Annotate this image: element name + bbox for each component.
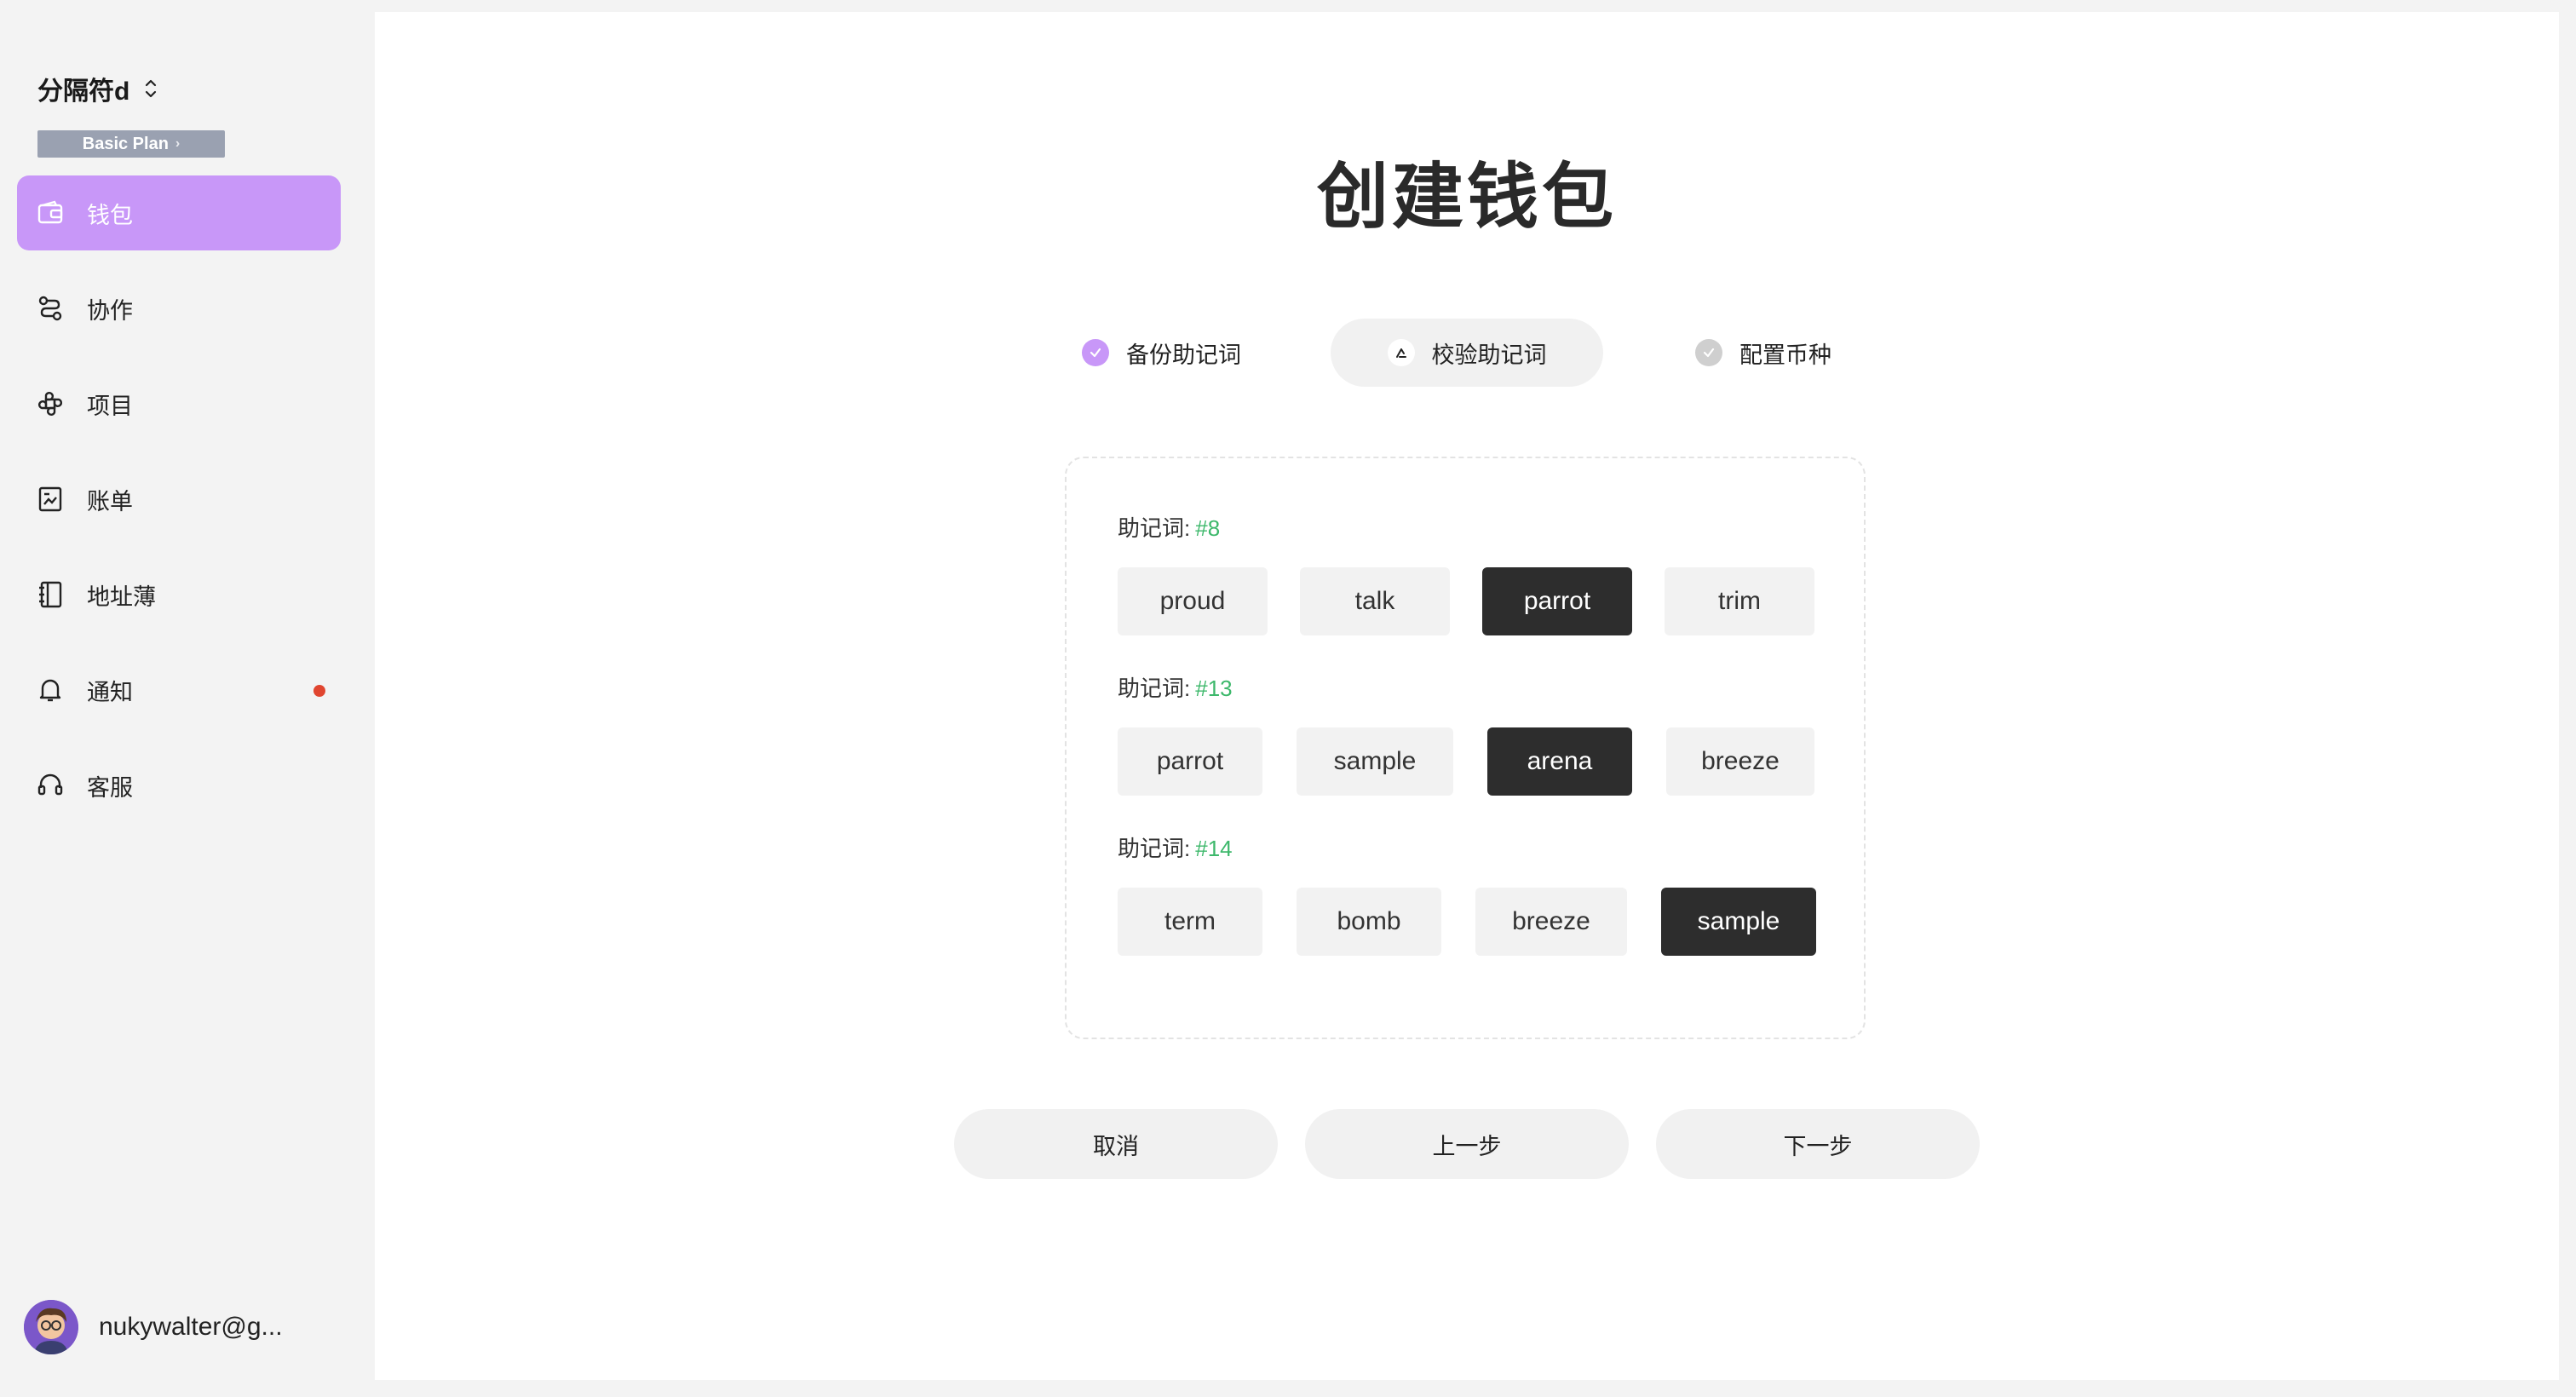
- check-circle-icon: [1695, 339, 1722, 366]
- word-option[interactable]: breeze: [1666, 727, 1814, 796]
- mnemonic-index: #14: [1195, 836, 1233, 861]
- page-title: 创建钱包: [1316, 157, 1617, 237]
- mnemonic-group-label: 助记词: #14: [1118, 831, 1233, 863]
- step-label: 配置币种: [1739, 342, 1831, 368]
- word-option[interactable]: bomb: [1297, 888, 1441, 956]
- step-label: 备份助记词: [1126, 342, 1241, 368]
- word-option[interactable]: talk: [1300, 567, 1450, 635]
- word-option[interactable]: proud: [1118, 567, 1268, 635]
- avatar: [24, 1300, 78, 1354]
- sidebar: 分隔符d Basic Plan › 钱包 协作 项目 账单 地址薄 通知 客服 …: [0, 0, 375, 1397]
- sidebar-item-label: 账单: [87, 488, 133, 515]
- mnemonic-group-label: 助记词: #13: [1118, 671, 1233, 703]
- word-option[interactable]: trim: [1665, 567, 1814, 635]
- sidebar-item-bill[interactable]: 账单: [17, 462, 341, 537]
- pencil-icon: [1387, 339, 1415, 366]
- step-configure-currency[interactable]: 配置币种: [1695, 319, 1831, 387]
- sidebar-item-label: 客服: [87, 774, 133, 801]
- sidebar-item-notification[interactable]: 通知: [17, 653, 341, 727]
- sidebar-item-label: 钱包: [87, 202, 133, 228]
- mnemonic-index: #13: [1195, 676, 1233, 701]
- word-option-selected[interactable]: parrot: [1482, 567, 1632, 635]
- cancel-button[interactable]: 取消: [954, 1109, 1278, 1179]
- chevron-right-icon: ›: [175, 136, 181, 151]
- mnemonic-prefix: 助记词:: [1118, 676, 1191, 701]
- plan-badge[interactable]: Basic Plan ›: [37, 130, 225, 158]
- step-verify-mnemonic[interactable]: 校验助记词: [1331, 319, 1603, 387]
- wallet-icon: [36, 198, 65, 227]
- step-backup-mnemonic[interactable]: 备份助记词: [1082, 319, 1241, 387]
- collaboration-icon: [36, 294, 65, 323]
- sidebar-item-support[interactable]: 客服: [17, 748, 341, 823]
- workspace-switcher[interactable]: 分隔符d: [37, 70, 160, 107]
- mnemonic-index: #8: [1195, 515, 1221, 541]
- step-label: 校验助记词: [1431, 342, 1547, 368]
- sidebar-item-label: 项目: [87, 393, 133, 419]
- word-option[interactable]: term: [1118, 888, 1262, 956]
- workspace-name: 分隔符d: [37, 78, 130, 106]
- bell-icon: [36, 676, 65, 704]
- chevron-up-down-icon: [146, 79, 157, 98]
- project-icon: [36, 389, 65, 418]
- previous-step-button[interactable]: 上一步: [1305, 1109, 1629, 1179]
- sidebar-nav: 钱包 协作 项目 账单 地址薄 通知 客服: [17, 175, 341, 843]
- sidebar-item-wallet[interactable]: 钱包: [17, 175, 341, 250]
- word-option[interactable]: parrot: [1118, 727, 1262, 796]
- sidebar-item-address-book[interactable]: 地址薄: [17, 557, 341, 632]
- sidebar-item-label: 协作: [87, 297, 133, 324]
- word-option-selected[interactable]: sample: [1661, 888, 1816, 956]
- word-option-selected[interactable]: arena: [1487, 727, 1632, 796]
- main-panel: 创建钱包 备份助记词 校验助记词 配置币种 助记词:#8 proud talk: [375, 12, 2559, 1380]
- bill-icon: [36, 485, 65, 514]
- mnemonic-prefix: 助记词:: [1118, 515, 1191, 541]
- sidebar-item-collaboration[interactable]: 协作: [17, 271, 341, 346]
- check-circle-icon: [1082, 339, 1109, 366]
- user-email: nukywalter@g...: [99, 1313, 283, 1341]
- user-profile[interactable]: nukywalter@g...: [24, 1300, 283, 1354]
- mnemonic-prefix: 助记词:: [1118, 836, 1191, 861]
- address-book-icon: [36, 580, 65, 609]
- headset-icon: [36, 771, 65, 800]
- sidebar-item-project[interactable]: 项目: [17, 366, 341, 441]
- mnemonic-verify-card: 助记词: #8 proud talk parrot trim 助记词: #13 pa…: [1065, 457, 1866, 1039]
- next-step-button[interactable]: 下一步: [1656, 1109, 1980, 1179]
- word-option[interactable]: sample: [1297, 727, 1453, 796]
- mnemonic-group-label: 助记词: #8: [1118, 511, 1220, 543]
- sidebar-item-label: 通知: [87, 679, 133, 705]
- plan-label: Basic Plan: [82, 134, 169, 153]
- sidebar-item-label: 地址薄: [87, 584, 156, 610]
- notification-dot: [313, 685, 325, 697]
- word-option[interactable]: breeze: [1475, 888, 1627, 956]
- stepper: 备份助记词 校验助记词 配置币种: [375, 319, 2559, 387]
